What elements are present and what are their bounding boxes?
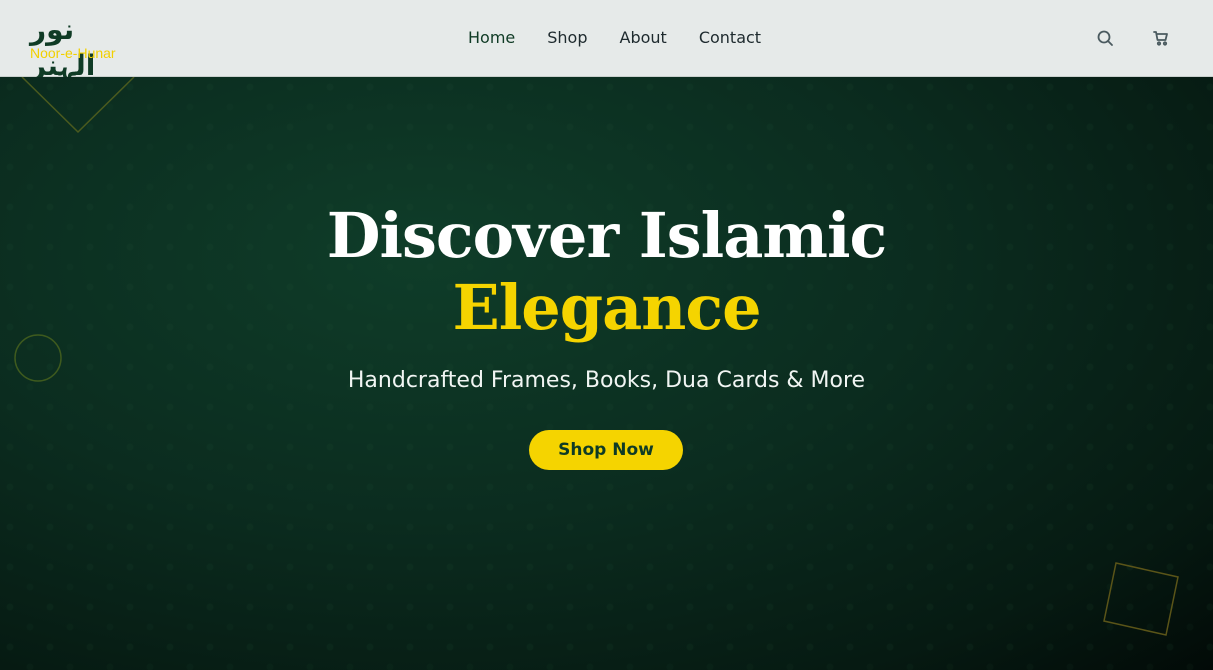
hero-subtitle: Handcrafted Frames, Books, Dua Cards & M… [347,368,866,393]
main-nav: Home Shop About Contact [468,26,793,50]
hero-title-line2: Elegance [0,273,1213,343]
logo[interactable]: نور الہنر Noor-e-Hunar [30,12,150,82]
hero-title-highlight: Elegance [452,271,761,344]
hero-section: Discover Islamic Elegance Handcrafted Fr… [0,77,1213,670]
nav-shop[interactable]: Shop [547,26,587,50]
shop-now-button[interactable]: Shop Now [529,430,683,470]
cart-icon[interactable] [1149,26,1173,50]
nav-about[interactable]: About [620,26,667,50]
site-header: نور الہنر Noor-e-Hunar Home Shop About C… [0,0,1213,82]
hero-title-line1: Discover Islamic [326,199,888,272]
search-icon[interactable] [1093,26,1117,50]
nav-contact[interactable]: Contact [699,26,761,50]
logo-latin-text: Noor-e-Hunar [30,45,116,61]
nav-home[interactable]: Home [468,26,515,50]
square-decoration [1103,562,1179,636]
diamond-decoration [21,77,135,134]
